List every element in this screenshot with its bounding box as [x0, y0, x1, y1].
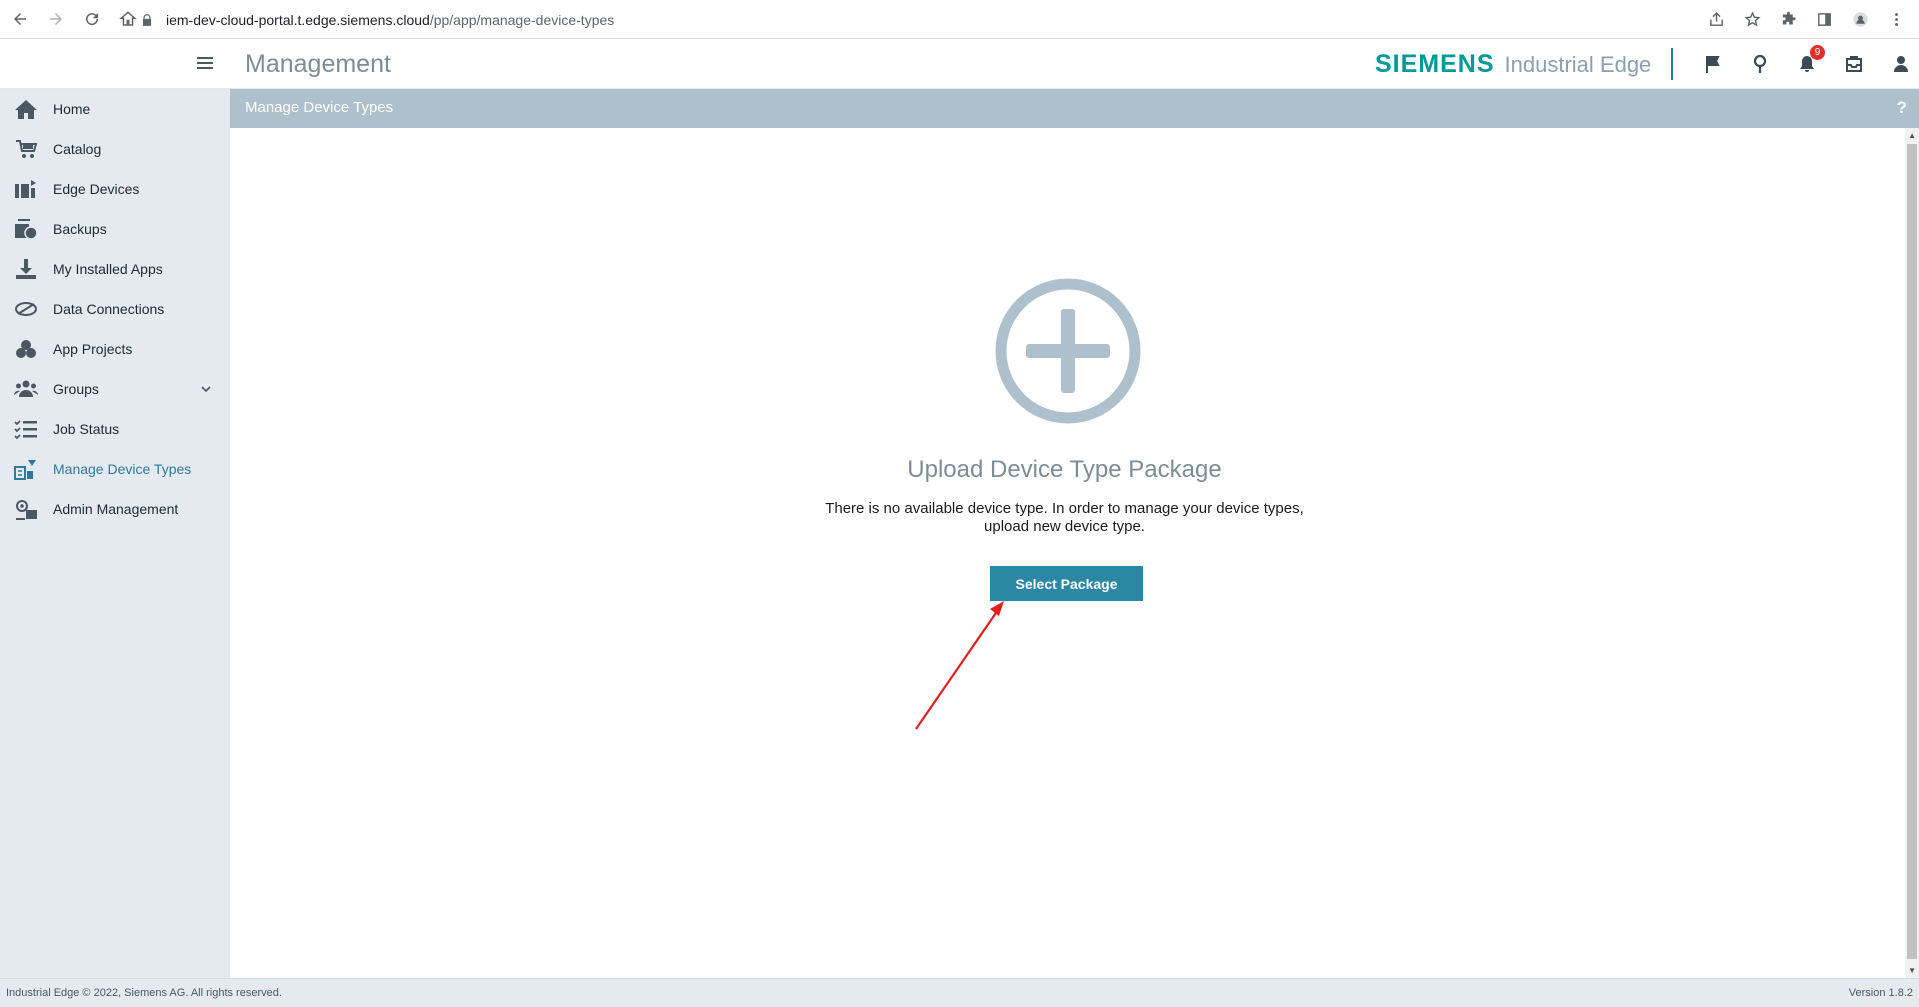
sidebar-item-label: App Projects	[53, 341, 133, 357]
inbox-icon[interactable]	[1841, 51, 1866, 76]
backups-icon	[14, 218, 38, 240]
sidebar-item-backups[interactable]: Backups	[0, 209, 230, 249]
sidebar-item-app-projects[interactable]: App Projects	[0, 329, 230, 369]
address-bar[interactable]: iem-dev-cloud-portal.t.edge.siemens.clou…	[140, 6, 1760, 34]
sidebar-item-groups[interactable]: Groups	[0, 369, 230, 409]
back-icon[interactable]	[4, 3, 36, 35]
footer: Industrial Edge © 2022, Siemens AG. All …	[0, 978, 1919, 1007]
sidebar-item-data-connections[interactable]: Data Connections	[0, 289, 230, 329]
hamburger-menu-icon[interactable]	[195, 53, 215, 73]
more-menu-icon[interactable]	[1881, 4, 1911, 34]
app-header: Management SIEMENS Industrial Edge 9	[0, 39, 1919, 89]
catalog-icon	[14, 138, 38, 160]
sidebar-item-manage-device-types[interactable]: Manage Device Types	[0, 449, 230, 489]
sidebar-item-edge-devices[interactable]: Edge Devices	[0, 169, 230, 209]
scrollbar[interactable]: ▲ ▼	[1905, 128, 1919, 978]
upload-title: Upload Device Type Package	[907, 456, 1222, 483]
upload-description-line: upload new device type.	[984, 518, 1145, 535]
sidebar-item-catalog[interactable]: Catalog	[0, 129, 230, 169]
sidebar-item-job-status[interactable]: Job Status	[0, 409, 230, 449]
flag-icon[interactable]	[1700, 51, 1725, 76]
profile-icon[interactable]	[1845, 4, 1875, 34]
sidebar-item-label: Backups	[53, 221, 107, 237]
chevron-down-icon[interactable]	[200, 383, 212, 395]
app-projects-icon	[14, 338, 38, 360]
bookmark-star-icon[interactable]	[1737, 4, 1767, 34]
download-icon	[14, 258, 38, 280]
groups-icon	[14, 378, 38, 400]
side-panel-icon[interactable]	[1809, 4, 1839, 34]
section-title: Manage Device Types	[245, 99, 394, 116]
notification-count-badge: 9	[1810, 45, 1825, 60]
admin-management-icon	[14, 498, 38, 520]
sidebar-item-admin-management[interactable]: Admin Management	[0, 489, 230, 529]
sidebar-item-label: Data Connections	[53, 301, 165, 317]
scroll-down-arrow[interactable]: ▼	[1908, 966, 1916, 975]
edge-devices-icon	[14, 178, 38, 200]
sidebar-item-my-installed-apps[interactable]: My Installed Apps	[0, 249, 230, 289]
add-circle-icon	[995, 278, 1141, 424]
job-status-icon	[14, 418, 38, 440]
upload-description: There is no available device type. In or…	[230, 500, 1899, 536]
data-connections-icon	[14, 298, 38, 320]
section-header: Manage Device Types ?	[230, 89, 1919, 128]
sidebar-item-label: Manage Device Types	[53, 461, 192, 477]
user-account-icon[interactable]	[1888, 51, 1913, 76]
header-divider	[1671, 48, 1673, 80]
sidebar-item-label: Home	[53, 101, 91, 117]
brand-name: SIEMENS	[1375, 50, 1495, 78]
sidebar-item-label: Admin Management	[53, 501, 179, 517]
sidebar-item-label: Catalog	[53, 141, 102, 157]
footer-copyright: Industrial Edge © 2022, Siemens AG. All …	[6, 987, 282, 999]
select-package-button[interactable]: Select Package	[990, 566, 1143, 601]
browser-toolbar: iem-dev-cloud-portal.t.edge.siemens.clou…	[0, 0, 1919, 39]
share-icon[interactable]	[1701, 4, 1731, 34]
sidebar-item-home[interactable]: Home	[0, 89, 230, 129]
sidebar-item-label: My Installed Apps	[53, 261, 163, 277]
forward-icon[interactable]	[40, 3, 72, 35]
help-icon[interactable]: ?	[1897, 98, 1907, 118]
home-icon	[14, 98, 38, 120]
upload-description-line: There is no available device type. In or…	[825, 500, 1304, 517]
lock-icon	[142, 14, 152, 26]
footer-version: Version 1.8.2	[1848, 987, 1913, 999]
sidebar-item-label: Edge Devices	[53, 181, 140, 197]
brand-logo: SIEMENS Industrial Edge	[1375, 50, 1651, 79]
scroll-thumb[interactable]	[1907, 144, 1917, 959]
manage-device-types-icon	[14, 458, 38, 480]
sidebar: Home Catalog Edge Devices Backups My Ins…	[0, 89, 230, 978]
main-content: Upload Device Type Package There is no a…	[230, 128, 1919, 978]
sidebar-item-label: Groups	[53, 381, 99, 397]
brand-product: Industrial Edge	[1504, 52, 1652, 77]
page-title: Management	[245, 50, 391, 78]
sidebar-item-label: Job Status	[53, 421, 120, 437]
url-host: iem-dev-cloud-portal.t.edge.siemens.clou…	[166, 12, 430, 28]
notification-bell-icon[interactable]: 9	[1794, 45, 1825, 76]
location-pin-icon[interactable]	[1747, 51, 1772, 76]
scroll-up-arrow[interactable]: ▲	[1908, 131, 1916, 140]
reload-icon[interactable]	[76, 3, 108, 35]
url-path: /pp/app/manage-device-types	[429, 12, 615, 28]
extensions-icon[interactable]	[1773, 4, 1803, 34]
